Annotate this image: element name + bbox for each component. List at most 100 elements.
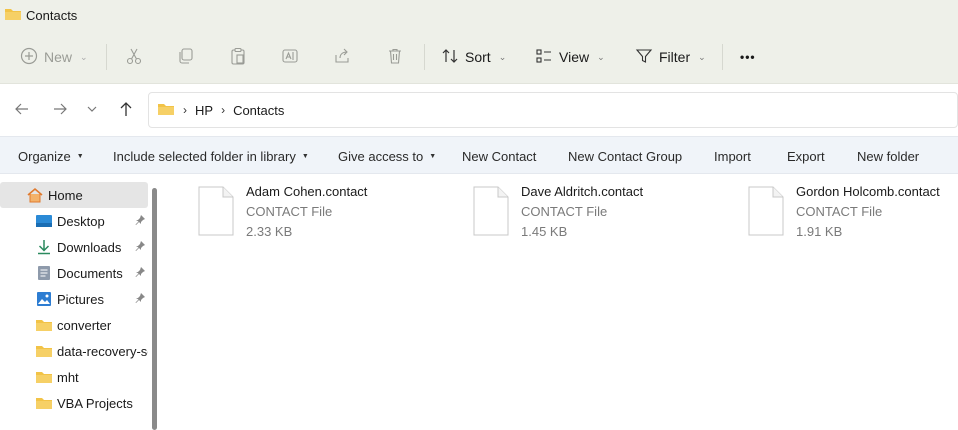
share-button[interactable] <box>333 30 351 84</box>
new-contact-group-button[interactable]: New Contact Group <box>568 137 682 175</box>
filter-button[interactable]: Filter ⌄ <box>635 30 706 84</box>
pin-icon[interactable] <box>134 266 146 281</box>
sidebar-item-pictures[interactable]: Pictures <box>0 286 148 312</box>
sidebar-item-desktop[interactable]: Desktop <box>0 208 148 234</box>
sidebar-item-data-recovery[interactable]: data-recovery-sc <box>0 338 148 364</box>
home-icon <box>26 186 44 204</box>
delete-button[interactable] <box>386 30 404 84</box>
pictures-icon <box>35 290 53 308</box>
window-title: Contacts <box>26 7 78 23</box>
chevron-right-icon[interactable]: › <box>221 103 225 117</box>
sidebar-item-downloads[interactable]: Downloads <box>0 234 148 260</box>
new-contact-group-label: New Contact Group <box>568 148 683 164</box>
sidebar-item-label: Home <box>48 187 83 203</box>
organize-label: Organize <box>18 148 71 164</box>
chevron-down-icon: ⌄ <box>698 51 706 62</box>
paste-button[interactable] <box>229 30 247 84</box>
sidebar-item-label: mht <box>57 369 79 385</box>
file-icon <box>748 186 784 239</box>
sidebar-item-label: Pictures <box>57 291 104 307</box>
sidebar-item-vba-projects[interactable]: VBA Projects <box>0 390 148 416</box>
up-button[interactable] <box>114 98 138 122</box>
view-button[interactable]: View ⌄ <box>535 30 605 84</box>
import-label: Import <box>714 148 751 164</box>
divider <box>722 44 723 70</box>
pin-icon[interactable] <box>134 240 146 255</box>
new-contact-button[interactable]: New Contact <box>462 137 536 175</box>
give-access-menu[interactable]: Give access to ▼ <box>338 137 436 175</box>
file-name: Adam Cohen.contact <box>246 184 368 199</box>
download-icon <box>35 238 53 256</box>
import-button[interactable]: Import <box>714 137 751 175</box>
file-name: Dave Aldritch.contact <box>521 184 644 199</box>
sort-button[interactable]: Sort ⌄ <box>441 30 506 84</box>
folder-icon <box>157 102 175 119</box>
chevron-down-icon <box>86 103 98 118</box>
file-type: CONTACT File <box>521 204 608 219</box>
file-name: Gordon Holcomb.contact <box>796 184 940 199</box>
pin-icon[interactable] <box>134 292 146 307</box>
divider <box>106 44 107 70</box>
more-options-button[interactable]: ••• <box>740 30 756 84</box>
sidebar-item-label: Desktop <box>57 213 105 229</box>
sidebar-item-converter[interactable]: converter <box>0 312 148 338</box>
file-size: 1.45 KB <box>521 224 568 239</box>
file-item[interactable]: Dave Aldritch.contact CONTACT File 1.45 … <box>473 182 733 246</box>
title-bar: Contacts <box>0 0 958 30</box>
caret-down-icon: ▼ <box>429 152 437 160</box>
export-label: Export <box>787 148 825 164</box>
folder-icon <box>35 394 53 412</box>
chevron-right-icon[interactable]: › <box>183 103 187 117</box>
file-item[interactable]: Adam Cohen.contact CONTACT File 2.33 KB <box>198 182 458 246</box>
sidebar-item-label: converter <box>57 317 112 333</box>
sidebar-scrollbar[interactable] <box>152 188 157 430</box>
sidebar-item-label: data-recovery-sc <box>57 343 148 359</box>
view-label: View <box>559 49 590 65</box>
pin-icon[interactable] <box>134 214 146 229</box>
sidebar-item-documents[interactable]: Documents <box>0 260 148 286</box>
include-in-library-menu[interactable]: Include selected folder in library ▼ <box>113 137 309 175</box>
plus-circle-icon <box>20 47 38 68</box>
desktop-icon <box>35 212 53 230</box>
view-icon <box>535 47 553 68</box>
scissors-icon <box>125 47 143 68</box>
address-row: › HP › Contacts <box>0 84 958 136</box>
command-bar: New ⌄ Sort ⌄ View ⌄ Filter ⌄ ••• <box>0 30 958 84</box>
copy-icon <box>177 47 195 68</box>
library-toolbar: Organize ▼ Include selected folder in li… <box>0 136 958 174</box>
caret-down-icon: ▼ <box>76 152 84 160</box>
navigation-pane: Home Desktop Downloads Documents Picture… <box>0 174 162 430</box>
organize-menu[interactable]: Organize ▼ <box>18 137 84 175</box>
folder-icon <box>35 368 53 386</box>
forward-button[interactable] <box>48 98 72 122</box>
new-contact-label: New Contact <box>462 148 537 164</box>
document-icon <box>35 264 53 282</box>
arrow-up-icon <box>118 101 134 120</box>
rename-icon <box>281 47 299 68</box>
new-folder-button[interactable]: New folder <box>857 137 919 175</box>
share-icon <box>333 47 351 68</box>
file-icon <box>198 186 234 239</box>
sidebar-item-home[interactable]: Home <box>0 182 148 208</box>
export-button[interactable]: Export <box>787 137 825 175</box>
address-bar[interactable]: › HP › Contacts <box>148 92 958 128</box>
sort-label: Sort <box>465 49 491 65</box>
breadcrumb-contacts[interactable]: Contacts <box>233 103 284 118</box>
recent-locations-button[interactable] <box>80 98 104 122</box>
sidebar-item-label: VBA Projects <box>57 395 133 411</box>
cut-button[interactable] <box>125 30 143 84</box>
copy-button[interactable] <box>177 30 195 84</box>
breadcrumb-hp[interactable]: HP <box>195 103 213 118</box>
new-folder-label: New folder <box>857 148 920 164</box>
rename-button[interactable] <box>281 30 299 84</box>
folder-icon <box>35 342 53 360</box>
file-item[interactable]: Gordon Holcomb.contact CONTACT File 1.91… <box>748 182 958 246</box>
back-button[interactable] <box>10 98 34 122</box>
sidebar-item-mht[interactable]: mht <box>0 364 148 390</box>
filter-icon <box>635 47 653 68</box>
trash-icon <box>386 47 404 68</box>
folder-icon <box>35 316 53 334</box>
new-button[interactable]: New ⌄ <box>20 30 88 84</box>
sort-icon <box>441 47 459 68</box>
filter-label: Filter <box>659 49 691 65</box>
